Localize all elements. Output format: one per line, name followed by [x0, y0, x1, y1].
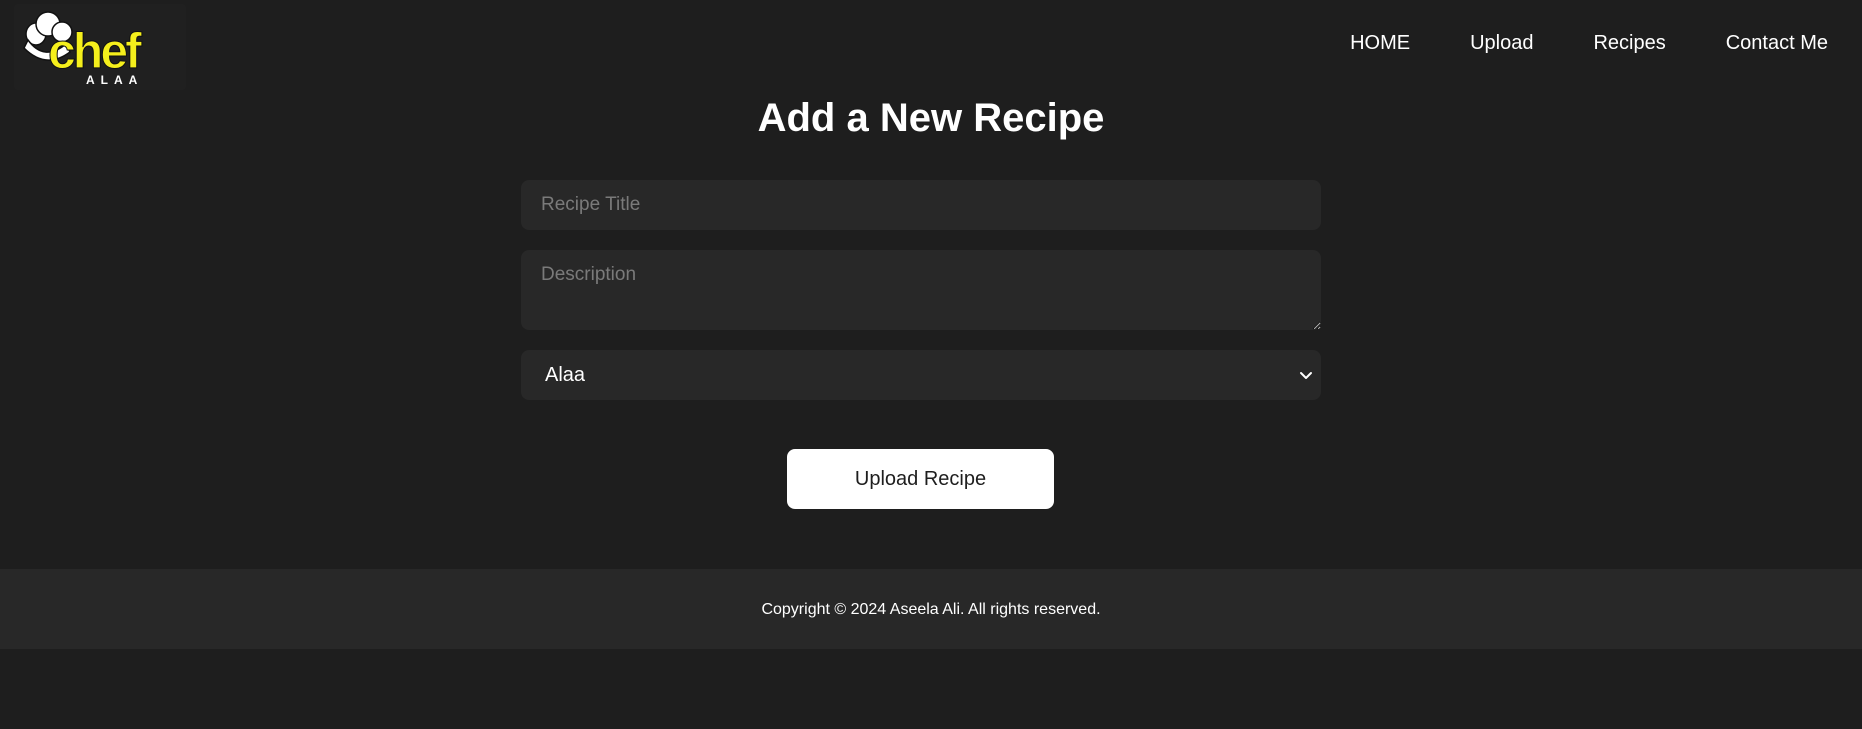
description-textarea[interactable] [521, 250, 1321, 330]
nav-item-contact-me[interactable]: Contact Me [1696, 24, 1828, 62]
chef-hat-logo-icon: chef ALAA [23, 11, 146, 87]
nav-item-upload[interactable]: Upload [1440, 24, 1563, 62]
copyright-text: Copyright © 2024 Aseela Ali. All rights … [761, 601, 1101, 618]
chef-alaa-logo[interactable]: chef ALAA [14, 4, 186, 90]
nav-item-recipes[interactable]: Recipes [1563, 24, 1695, 62]
site-footer: Copyright © 2024 Aseela Ali. All rights … [0, 569, 1862, 649]
site-header: chef ALAA HOME Upload Recipes Contact Me [0, 0, 1862, 90]
author-select[interactable]: Alaa [521, 350, 1321, 400]
author-select-value: Alaa [545, 364, 586, 386]
chevron-down-icon [1300, 372, 1312, 379]
page-title: Add a New Recipe [757, 96, 1105, 140]
upload-recipe-button[interactable]: Upload Recipe [787, 449, 1054, 509]
main-nav: HOME Upload Recipes Contact Me [1320, 24, 1828, 62]
recipe-title-input[interactable] [521, 180, 1321, 230]
nav-item-home[interactable]: HOME [1320, 24, 1440, 62]
logo-word: chef [48, 23, 142, 79]
recipe-form: Alaa [521, 180, 1321, 400]
logo-subtitle: ALAA [86, 73, 143, 87]
